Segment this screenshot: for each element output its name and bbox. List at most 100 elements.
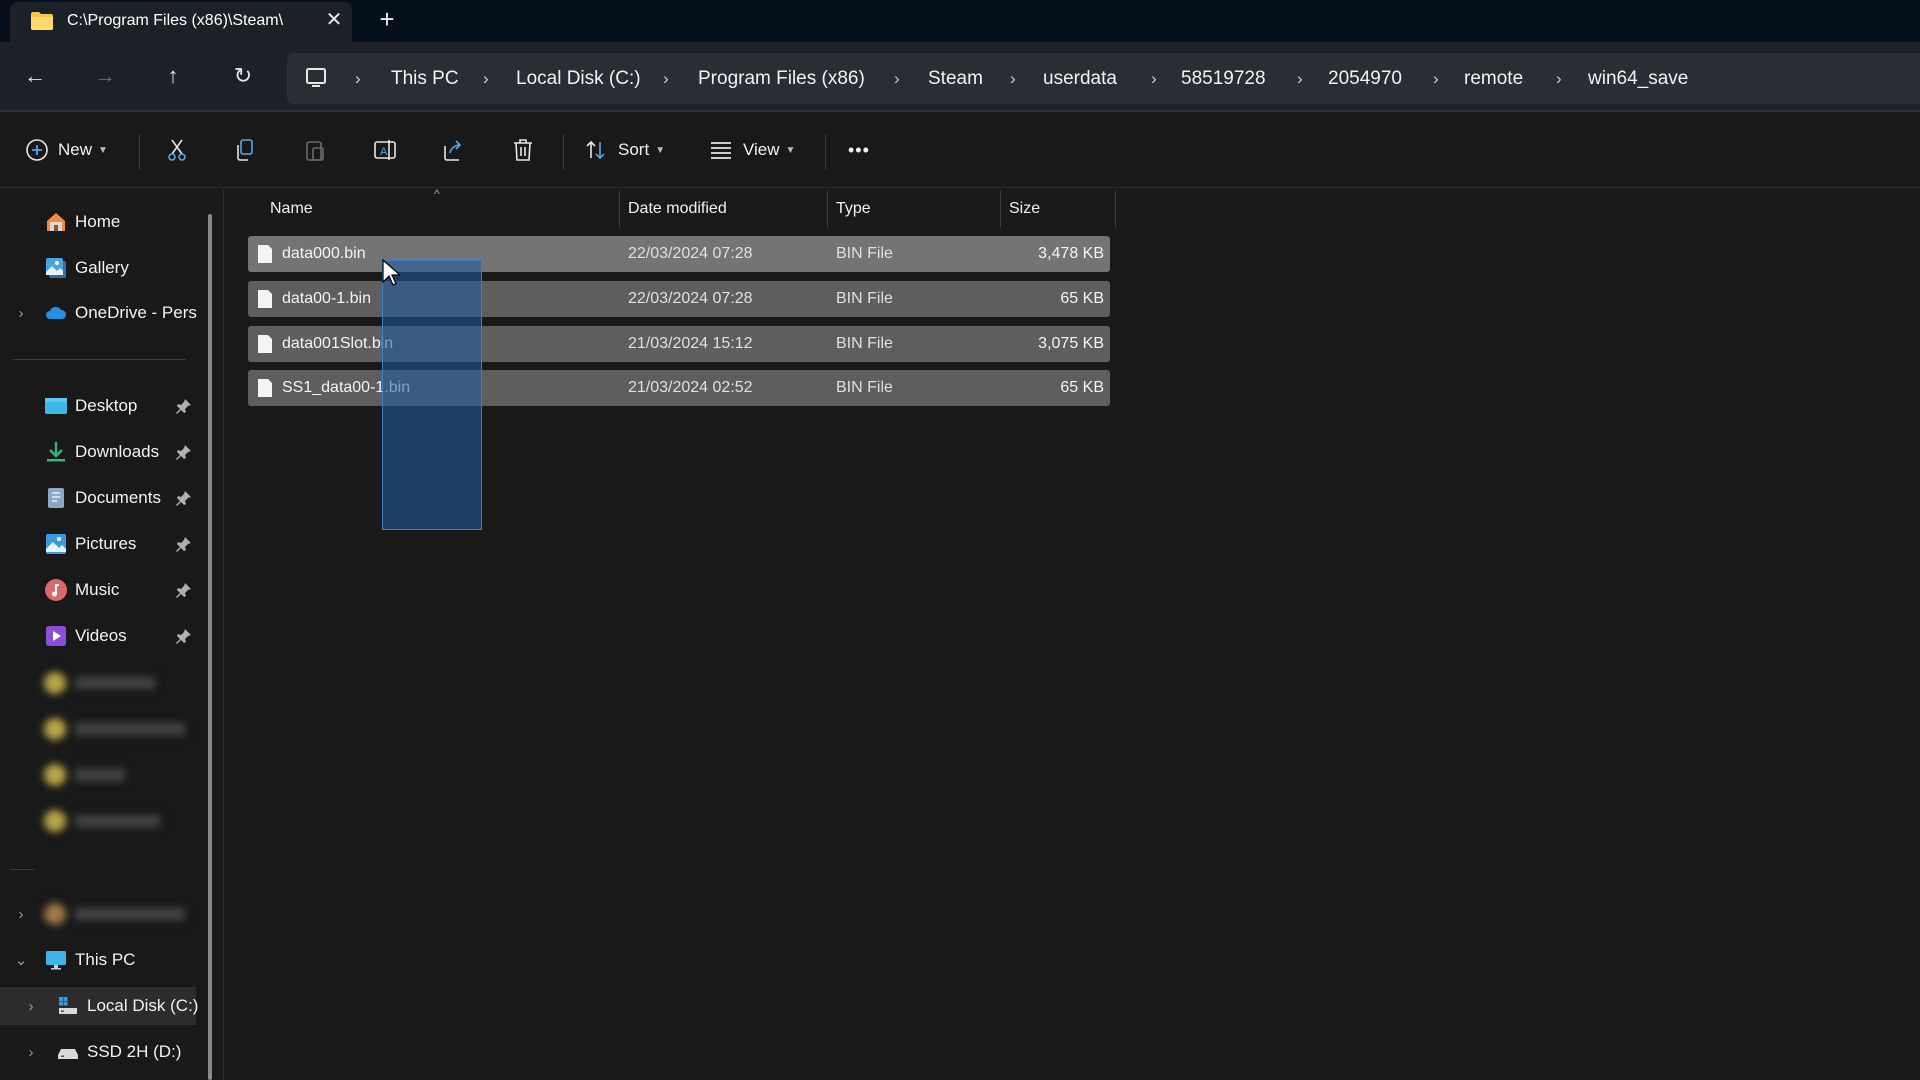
file-icon [258,245,272,263]
local-disk-icon [59,997,77,1014]
chevron-right-icon[interactable]: › [24,998,38,1015]
sort-button[interactable]: Sort ▼ [583,132,665,168]
sidebar-item-ssd-d[interactable]: › SSD 2H (D:) [0,1033,200,1071]
sidebar-item-gallery[interactable]: Gallery [0,249,200,287]
cut-button[interactable] [164,132,190,168]
sidebar-item-redacted[interactable] [0,756,200,794]
tab-active[interactable]: C:\Program Files (x86)\Steam\ ✕ [10,2,352,42]
file-date: 21/03/2024 15:12 [628,335,753,352]
file-row[interactable]: data001Slot.bin 21/03/2024 15:12 BIN Fil… [248,326,1110,362]
sidebar-item-desktop[interactable]: Desktop [0,387,200,425]
pin-icon[interactable] [176,490,192,506]
column-divider[interactable] [619,191,620,227]
navigation-bar: ← → ↑ ↻ › This PC › Local Disk (C:) › Pr… [0,42,1920,110]
file-size: 65 KB [1060,290,1104,307]
breadcrumb-item[interactable]: Local Disk (C:) [516,53,641,104]
breadcrumb-item-current[interactable]: win64_save [1588,53,1688,104]
chevron-right-icon[interactable]: › [1151,53,1157,104]
sidebar-item-redacted[interactable] [0,802,200,840]
column-header-size[interactable]: Size [1009,189,1040,229]
sidebar-item-this-pc[interactable]: ⌄ This PC [0,941,200,979]
command-bar: New ▼ A Sort ▼ View ▼ ••• [0,112,1920,188]
up-arrow-icon[interactable]: ↑ [155,58,191,94]
file-type: BIN File [836,335,893,352]
sidebar-item-pictures[interactable]: Pictures [0,525,200,563]
chevron-right-icon[interactable]: › [14,906,28,923]
folder-icon [31,12,53,30]
this-pc-icon[interactable] [304,66,328,90]
delete-button[interactable] [510,132,536,168]
file-date: 22/03/2024 07:28 [628,245,753,262]
breadcrumb-item[interactable]: 2054970 [1328,53,1402,104]
sidebar-item-redacted[interactable] [0,710,200,748]
share-button[interactable] [440,132,466,168]
new-button[interactable]: New ▼ [24,132,108,168]
back-arrow-icon[interactable]: ← [17,58,53,94]
chevron-right-icon[interactable]: › [1556,53,1562,104]
divider [563,134,564,170]
sidebar-item-onedrive[interactable]: › OneDrive - Persi [0,294,200,332]
sidebar-item-redacted[interactable]: › [0,895,200,933]
refresh-icon[interactable]: ↻ [225,58,261,94]
chevron-right-icon[interactable]: › [1433,53,1439,104]
chevron-right-icon[interactable]: › [483,53,489,104]
sidebar-item-local-disk-c[interactable]: › Local Disk (C:) [0,987,199,1025]
breadcrumb-item[interactable]: Program Files (x86) [698,53,865,104]
redacted-label [75,677,155,689]
pin-icon[interactable] [176,582,192,598]
chevron-right-icon[interactable]: › [1297,53,1303,104]
column-header-type[interactable]: Type [836,189,871,229]
pin-icon[interactable] [176,398,192,414]
chevron-right-icon[interactable]: › [14,305,28,322]
chevron-right-icon[interactable]: › [24,1044,38,1061]
file-row[interactable]: data00-1.bin 22/03/2024 07:28 BIN File 6… [248,281,1110,317]
sidebar-item-videos[interactable]: Videos [0,617,200,655]
close-icon[interactable]: ✕ [322,8,346,32]
chevron-right-icon[interactable]: › [355,53,361,104]
column-divider[interactable] [1115,191,1116,227]
breadcrumb-item[interactable]: Steam [928,53,983,104]
title-bar: C:\Program Files (x86)\Steam\ ✕ + [0,0,1920,42]
sidebar-item-documents[interactable]: Documents [0,479,200,517]
more-options-button[interactable]: ••• [848,132,870,168]
sidebar-item-home[interactable]: Home [0,203,200,241]
breadcrumb-item[interactable]: remote [1464,53,1523,104]
sidebar-item-label: Documents [75,488,161,507]
column-divider[interactable] [827,191,828,227]
chevron-right-icon[interactable]: › [663,53,669,104]
documents-icon [48,488,64,508]
rename-button[interactable]: A [372,132,398,168]
pictures-icon [46,534,66,554]
sidebar-item-downloads[interactable]: Downloads [0,433,200,471]
sidebar-item-label: Local Disk (C:) [87,996,199,1015]
copy-button[interactable] [232,132,258,168]
forward-arrow-icon[interactable]: → [87,58,123,94]
pin-icon[interactable] [176,536,192,552]
breadcrumb-item[interactable]: userdata [1043,53,1117,104]
file-row[interactable]: SS1_data00-1.bin 21/03/2024 02:52 BIN Fi… [248,370,1110,406]
file-date: 21/03/2024 02:52 [628,379,753,396]
paste-button[interactable] [302,132,328,168]
sidebar-item-music[interactable]: Music [0,571,200,609]
sidebar-item-redacted[interactable] [0,664,200,702]
pin-icon[interactable] [176,628,192,644]
chevron-right-icon[interactable]: › [1010,53,1016,104]
file-type: BIN File [836,290,893,307]
column-header-date[interactable]: Date modified [628,189,727,229]
navigation-pane: Home Gallery › OneDrive - Persi Desktop … [0,189,224,1080]
column-header-name[interactable]: Name [270,189,313,229]
cut-icon [168,139,186,161]
file-row[interactable]: data000.bin 22/03/2024 07:28 BIN File 3,… [248,236,1110,272]
chevron-down-icon[interactable]: ⌄ [14,951,28,969]
chevron-right-icon[interactable]: › [894,53,900,104]
pin-icon[interactable] [176,444,192,460]
column-divider[interactable] [1000,191,1001,227]
plus-icon[interactable]: + [374,6,400,34]
breadcrumb-item[interactable]: 58519728 [1181,53,1266,104]
sort-label: Sort [618,140,650,159]
chevron-down-icon: ▼ [785,144,796,156]
breadcrumb-item[interactable]: This PC [391,53,459,104]
view-button[interactable]: View ▼ [708,132,795,168]
sidebar-scrollbar[interactable] [208,214,212,1080]
address-bar[interactable]: › This PC › Local Disk (C:) › Program Fi… [287,53,1920,104]
